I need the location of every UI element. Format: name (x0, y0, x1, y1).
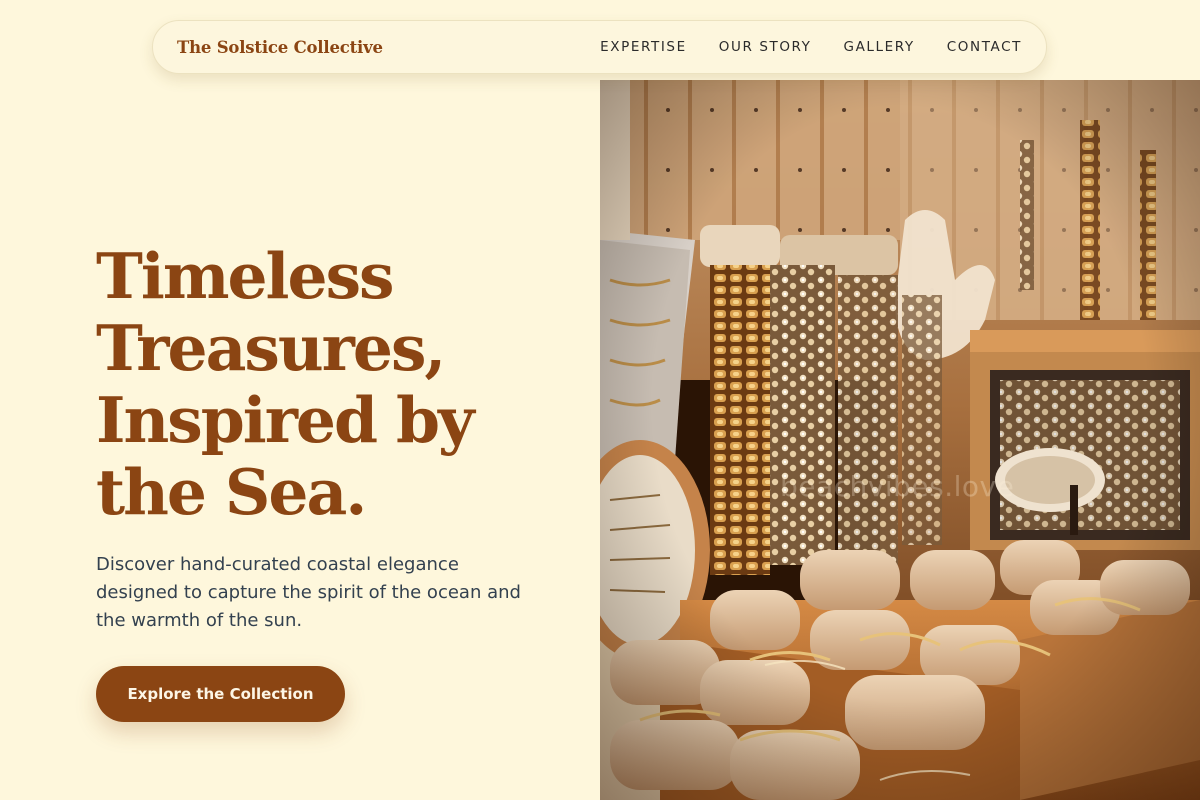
nav-link-gallery[interactable]: GALLERY (844, 39, 915, 55)
top-navigation: The Solstice Collective EXPERTISE OUR ST… (152, 20, 1047, 74)
hero-description: Discover hand-curated coastal elegance d… (96, 554, 521, 631)
hero-title-line: the Sea. (96, 455, 367, 529)
nav-links: EXPERTISE OUR STORY GALLERY CONTACT (600, 39, 1022, 55)
nav-link-expertise[interactable]: EXPERTISE (600, 39, 687, 55)
hero-jewelry-photo: beachvibes.love (600, 80, 1200, 800)
explore-collection-button[interactable]: Explore the Collection (96, 666, 345, 722)
image-watermark: beachvibes.love (780, 470, 1015, 503)
brand-logo[interactable]: The Solstice Collective (177, 38, 383, 57)
hero-title-line: Timeless (96, 239, 395, 313)
hero-title: Timeless Treasures, Inspired by the Sea. (96, 240, 576, 528)
nav-link-our-story[interactable]: OUR STORY (719, 39, 812, 55)
hero-title-line: Treasures, (96, 311, 446, 385)
nav-link-contact[interactable]: CONTACT (947, 39, 1022, 55)
hero-title-line: Inspired by (96, 383, 475, 457)
jewelry-display-photo (600, 80, 1200, 800)
